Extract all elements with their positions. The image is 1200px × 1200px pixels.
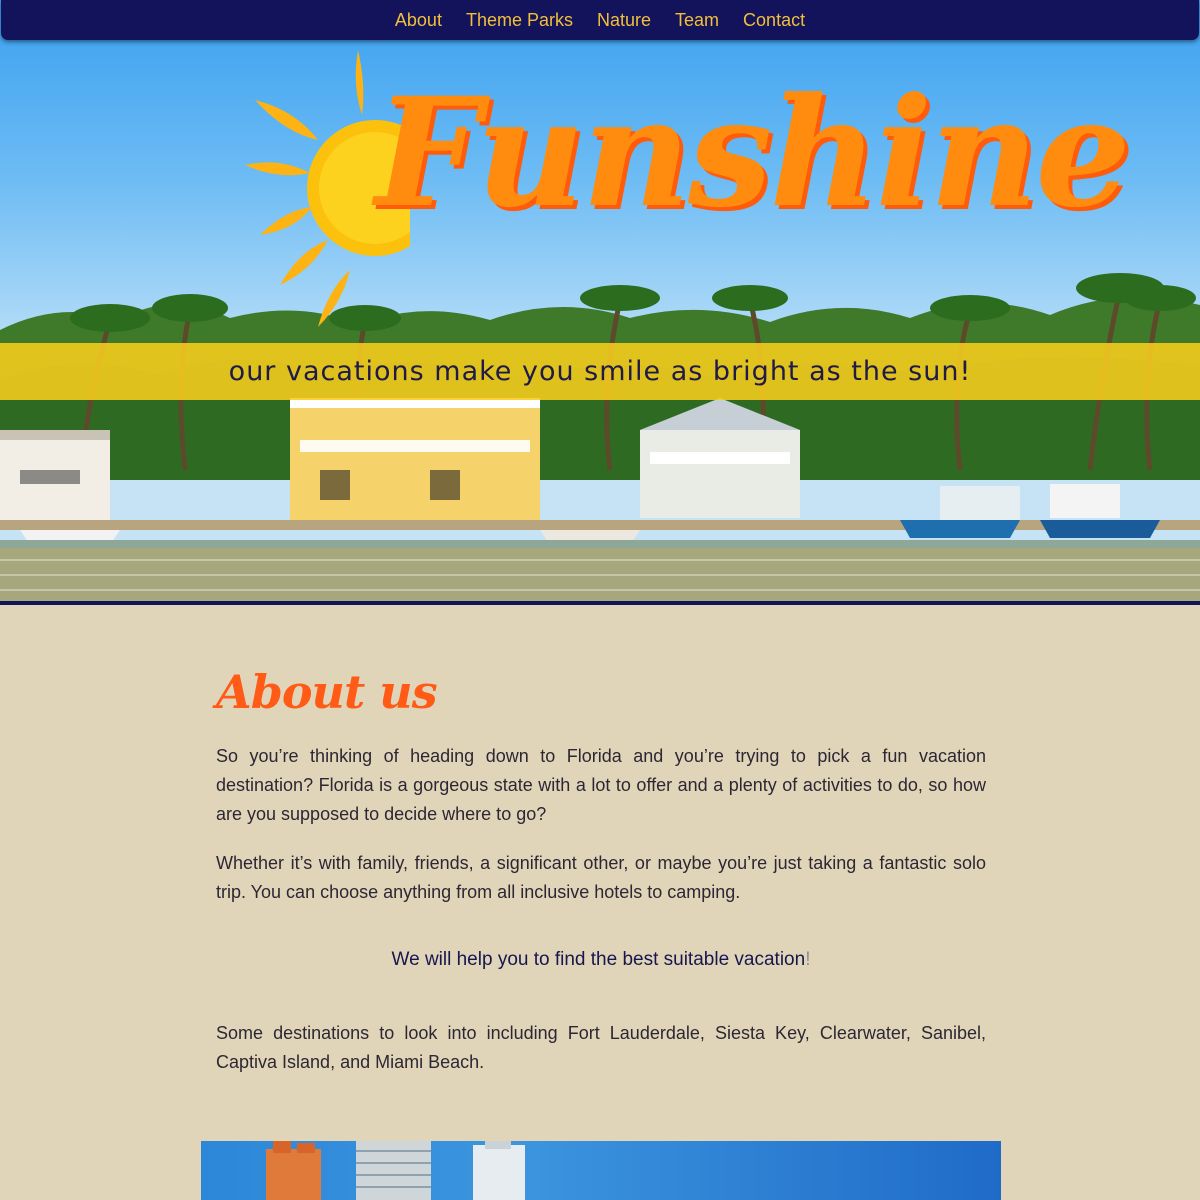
brand-logo[interactable]: Funshine bbox=[375, 78, 1131, 228]
nav-contact[interactable]: Contact bbox=[743, 6, 805, 35]
top-nav: About Theme Parks Nature Team Contact bbox=[1, 0, 1199, 40]
about-paragraph-2: Whether it’s with family, friends, a sig… bbox=[216, 853, 986, 902]
skyline-graphic bbox=[266, 1141, 525, 1200]
nav-nature[interactable]: Nature bbox=[597, 6, 651, 35]
nav-team[interactable]: Team bbox=[675, 6, 719, 35]
hero-banner: Funshine our vacations make you smile as… bbox=[0, 0, 1200, 602]
cta-text: We will help you to find the best suitab… bbox=[391, 949, 806, 970]
cta-punctuation: ! bbox=[805, 949, 811, 970]
tagline: our vacations make you smile as bright a… bbox=[228, 356, 972, 387]
about-paragraph-3: Some destinations to look into including… bbox=[216, 1023, 986, 1072]
about-cta: We will help you to find the best suitab… bbox=[216, 949, 986, 971]
nav-about[interactable]: About bbox=[395, 6, 442, 35]
nav-theme-parks[interactable]: Theme Parks bbox=[466, 6, 573, 35]
hero-divider bbox=[0, 601, 1200, 605]
city-skyline-image bbox=[201, 1141, 1001, 1200]
tagline-band: our vacations make you smile as bright a… bbox=[0, 343, 1200, 400]
about-section: About us So you’re thinking of heading d… bbox=[216, 660, 986, 1097]
about-paragraph-1: So you’re thinking of heading down to Fl… bbox=[216, 746, 986, 824]
about-heading: About us bbox=[216, 665, 438, 719]
